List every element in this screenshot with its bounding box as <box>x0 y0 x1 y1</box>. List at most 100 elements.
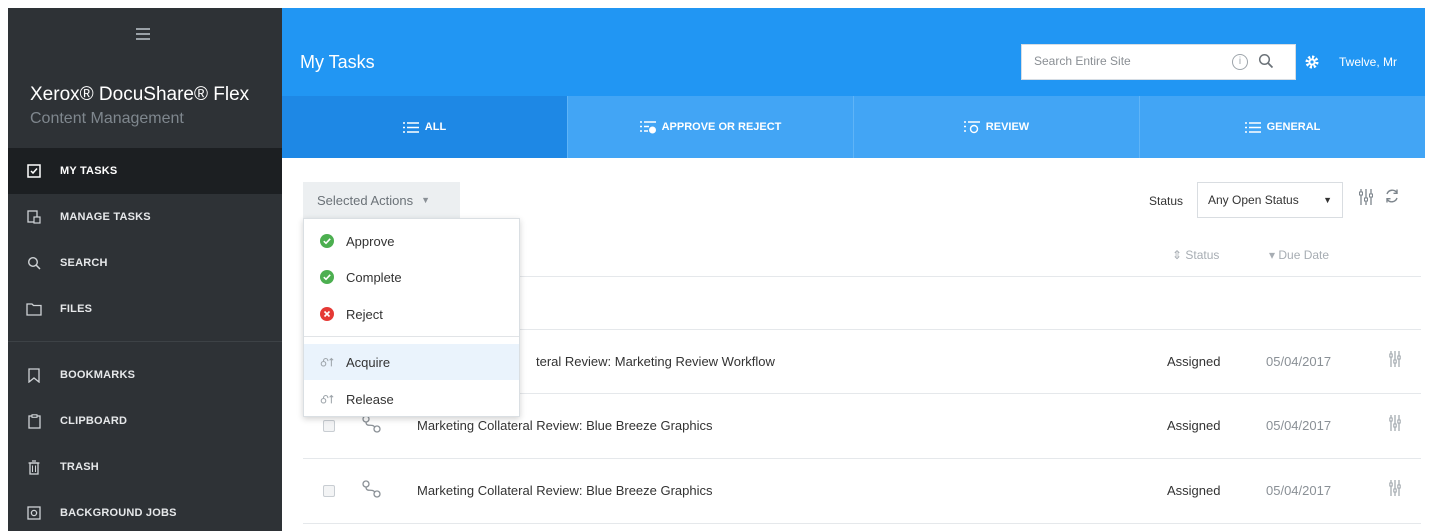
brand-title: Xerox® DocuShare® Flex <box>30 84 250 105</box>
table-row[interactable]: Marketing Collateral Review: Blue Breeze… <box>303 459 1421 523</box>
status-label: Status <box>1149 194 1184 208</box>
background-jobs-icon <box>26 505 42 521</box>
menu-item-acquire[interactable]: Acquire <box>304 344 519 380</box>
tab-approve-or-reject[interactable]: APPROVE OR REJECT <box>568 96 854 158</box>
task-status: Assigned <box>1167 418 1221 433</box>
checkbox-icon <box>26 163 42 179</box>
tab-label: ALL <box>424 121 447 133</box>
selected-actions-label: Selected Actions <box>317 192 414 208</box>
task-title[interactable]: Marketing Collateral Review: Blue Breeze… <box>417 483 713 498</box>
task-due-date: 05/04/2017 <box>1266 354 1332 369</box>
task-options-icon[interactable] <box>1389 479 1401 502</box>
menu-item-label: Approve <box>346 233 395 249</box>
menu-item-reject[interactable]: Reject <box>304 296 519 332</box>
menu-item-label: Reject <box>346 306 383 322</box>
sidebar: Xerox® DocuShare® Flex Content Managemen… <box>8 8 282 531</box>
x-circle-icon <box>320 307 334 321</box>
row-checkbox[interactable] <box>323 420 335 432</box>
hamburger-menu-icon[interactable] <box>136 28 150 43</box>
sidebar-item-label: BACKGROUND JOBS <box>60 507 177 519</box>
menu-item-approve[interactable]: Approve <box>304 223 519 259</box>
tab-label: GENERAL <box>1266 121 1321 133</box>
row-divider <box>303 523 1421 524</box>
task-due-date: 05/04/2017 <box>1266 418 1332 433</box>
manage-tasks-icon <box>26 209 42 225</box>
menu-item-label: Acquire <box>346 354 391 370</box>
menu-item-release[interactable]: Release <box>304 381 519 417</box>
sidebar-item-my-tasks[interactable]: MY TASKS <box>8 148 282 194</box>
sidebar-item-label: MANAGE TASKS <box>60 211 151 223</box>
search-icon[interactable] <box>1258 53 1274 74</box>
tab-label: REVIEW <box>985 121 1030 133</box>
app-header: My Tasks i Twelve, Mr <box>282 8 1425 96</box>
refresh-icon[interactable] <box>1384 188 1400 209</box>
tab-all[interactable]: ALL <box>282 96 568 158</box>
brand-subtitle: Content Management <box>30 110 184 127</box>
search-icon <box>26 255 42 271</box>
task-options-icon[interactable] <box>1389 414 1401 437</box>
page-title: My Tasks <box>300 52 375 72</box>
folder-icon <box>26 301 42 317</box>
list-icon <box>1244 121 1261 133</box>
row-checkbox[interactable] <box>323 485 335 497</box>
sidebar-nav: MY TASKS MANAGE TASKS SEARCH FILES BOOKM… <box>8 148 282 531</box>
user-name[interactable]: Twelve, Mr <box>1339 55 1397 69</box>
sidebar-item-manage-tasks[interactable]: MANAGE TASKS <box>8 194 282 240</box>
list-icon <box>402 121 419 133</box>
app-window: Xerox® DocuShare® Flex Content Managemen… <box>0 0 1433 531</box>
tab-review[interactable]: REVIEW <box>854 96 1140 158</box>
bookmark-icon <box>26 367 42 383</box>
sidebar-item-trash[interactable]: TRASH <box>8 444 282 490</box>
sidebar-item-label: FILES <box>60 303 93 315</box>
task-title[interactable]: teral Review: Marketing Review Workflow <box>536 354 775 369</box>
task-tabs: ALL APPROVE OR REJECT REVIEW GENERAL <box>282 96 1425 158</box>
sidebar-item-label: MY TASKS <box>60 165 118 177</box>
menu-item-complete[interactable]: Complete <box>304 259 519 295</box>
trash-icon <box>26 459 42 475</box>
task-options-icon[interactable] <box>1389 350 1401 373</box>
site-search: i <box>1021 44 1296 80</box>
tab-general[interactable]: GENERAL <box>1140 96 1425 158</box>
sidebar-item-label: SEARCH <box>60 257 108 269</box>
acquire-icon <box>320 355 334 369</box>
sidebar-item-label: CLIPBOARD <box>60 415 128 427</box>
sidebar-item-search[interactable]: SEARCH <box>8 240 282 286</box>
sidebar-item-label: TRASH <box>60 461 99 473</box>
sidebar-divider <box>8 332 282 342</box>
sidebar-item-label: BOOKMARKS <box>60 369 136 381</box>
approve-list-icon <box>639 120 656 134</box>
check-circle-icon <box>320 270 334 284</box>
gear-icon[interactable] <box>1304 54 1320 70</box>
status-filter-select[interactable]: Any Open Status ▼ <box>1197 182 1343 218</box>
column-header-due-label: Due Date <box>1278 248 1330 262</box>
menu-item-label: Release <box>346 391 394 407</box>
sidebar-item-background-jobs[interactable]: BACKGROUND JOBS <box>8 490 282 531</box>
info-icon[interactable]: i <box>1232 54 1248 70</box>
workflow-icon <box>361 479 383 504</box>
caret-down-icon: ▼ <box>421 195 431 205</box>
clipboard-icon <box>26 413 42 429</box>
column-header-due-date[interactable]: ▾ Due Date <box>1269 248 1329 262</box>
columns-settings-icon[interactable] <box>1358 188 1374 211</box>
review-list-icon <box>963 120 980 134</box>
task-title[interactable]: Marketing Collateral Review: Blue Breeze… <box>417 418 713 433</box>
menu-item-label: Complete <box>346 269 402 285</box>
caret-down-icon: ▼ <box>1323 195 1332 205</box>
column-header-status-label: Status <box>1185 248 1220 262</box>
release-icon <box>320 392 334 406</box>
menu-divider <box>304 336 519 337</box>
task-status: Assigned <box>1167 483 1221 498</box>
status-filter-value: Any Open Status <box>1208 193 1299 207</box>
tab-label: APPROVE OR REJECT <box>661 121 782 133</box>
selected-actions-button[interactable]: Selected Actions ▼ <box>303 182 460 218</box>
sidebar-item-files[interactable]: FILES <box>8 286 282 332</box>
sidebar-item-clipboard[interactable]: CLIPBOARD <box>8 398 282 444</box>
task-status: Assigned <box>1167 354 1221 369</box>
column-header-status[interactable]: ⇕ Status <box>1172 248 1219 262</box>
check-circle-icon <box>320 234 334 248</box>
selected-actions-menu: Approve Complete Reject Acquire Release <box>303 218 520 417</box>
sidebar-item-bookmarks[interactable]: BOOKMARKS <box>8 352 282 398</box>
workflow-icon <box>361 414 383 439</box>
search-input[interactable] <box>1034 54 1224 68</box>
task-due-date: 05/04/2017 <box>1266 483 1332 498</box>
